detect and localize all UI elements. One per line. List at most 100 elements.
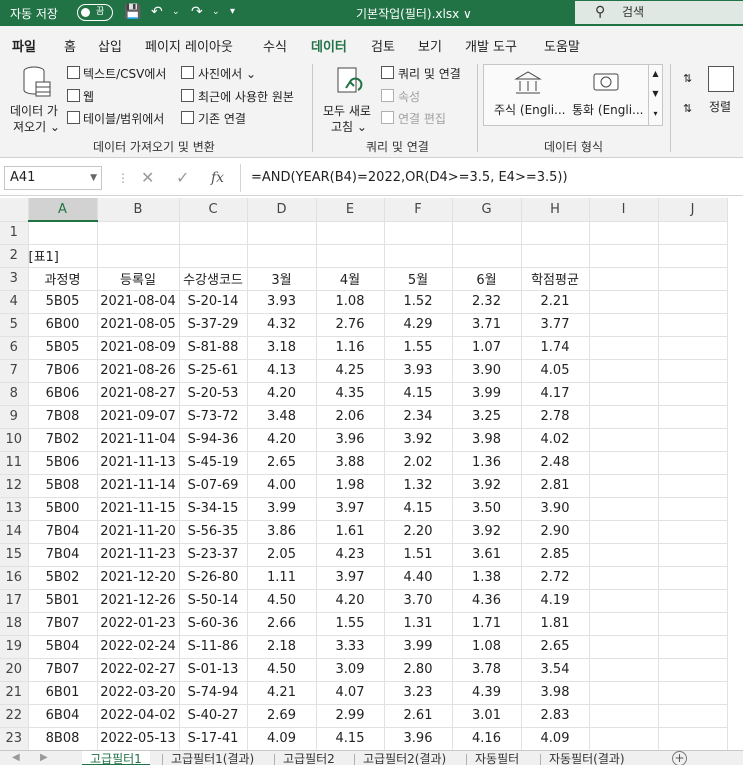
cell[interactable] xyxy=(384,221,453,245)
gallery-more-arrow[interactable]: ▾ xyxy=(648,105,662,125)
data-cell[interactable]: 2.76 xyxy=(315,312,385,337)
data-cell[interactable]: 1.74 xyxy=(520,335,590,360)
data-cell[interactable]: 3.48 xyxy=(246,404,317,429)
data-cell[interactable]: 3.93 xyxy=(383,358,453,383)
data-cell[interactable]: 2021-08-05 xyxy=(96,312,180,337)
data-cell[interactable]: 2021-11-23 xyxy=(96,542,180,567)
data-cell[interactable]: 2.65 xyxy=(246,450,317,475)
row-header[interactable]: 16 xyxy=(0,566,29,590)
cell[interactable] xyxy=(658,244,728,268)
row-header[interactable]: 18 xyxy=(0,612,29,636)
data-cell[interactable]: S-23-37 xyxy=(178,542,248,567)
data-cell[interactable]: 4.02 xyxy=(520,427,590,452)
data-cell[interactable]: 4.15 xyxy=(315,726,385,750)
row-header[interactable]: 14 xyxy=(0,520,29,544)
table-header-cell[interactable]: 수강생코드 xyxy=(178,266,248,291)
table-header-cell[interactable]: 등록일 xyxy=(96,266,180,291)
data-cell[interactable]: 4.20 xyxy=(246,381,317,406)
cell[interactable] xyxy=(452,221,522,245)
tab-developer[interactable]: 개발 도구 xyxy=(465,36,517,55)
data-cell[interactable]: S-07-69 xyxy=(178,473,248,498)
cell[interactable] xyxy=(658,520,728,544)
cell[interactable] xyxy=(658,359,728,383)
edit-links-button[interactable]: 연결 편집 xyxy=(398,110,446,127)
row-header[interactable]: 10 xyxy=(0,428,29,452)
data-cell[interactable]: 3.90 xyxy=(451,358,522,383)
row-header[interactable]: 3 xyxy=(0,267,29,291)
cell[interactable] xyxy=(589,658,659,682)
cell[interactable] xyxy=(179,221,248,245)
data-cell[interactable]: 2022-02-27 xyxy=(96,657,180,682)
cell[interactable] xyxy=(658,221,728,245)
column-header-h[interactable]: H xyxy=(521,198,590,222)
data-cell[interactable]: S-40-27 xyxy=(178,703,248,728)
insert-function-icon[interactable]: fx xyxy=(211,170,224,186)
cell[interactable] xyxy=(658,612,728,636)
data-cell[interactable]: 3.01 xyxy=(451,703,522,728)
data-cell[interactable]: 5B01 xyxy=(27,588,98,613)
data-cell[interactable]: 5B02 xyxy=(27,565,98,590)
data-cell[interactable]: 2021-11-20 xyxy=(96,519,180,544)
cell[interactable] xyxy=(658,589,728,613)
data-cell[interactable]: 3.92 xyxy=(451,473,522,498)
cell[interactable] xyxy=(658,543,728,567)
data-cell[interactable]: S-74-94 xyxy=(178,680,248,705)
data-cell[interactable]: S-25-61 xyxy=(178,358,248,383)
data-cell[interactable]: 3.99 xyxy=(246,496,317,521)
data-cell[interactable]: 2.80 xyxy=(383,657,453,682)
cell[interactable] xyxy=(658,313,728,337)
data-cell[interactable]: 2.90 xyxy=(520,519,590,544)
data-cell[interactable]: 1.38 xyxy=(451,565,522,590)
data-cell[interactable]: S-45-19 xyxy=(178,450,248,475)
data-cell[interactable]: 3.54 xyxy=(520,657,590,682)
data-cell[interactable]: 2022-05-13 xyxy=(96,726,180,750)
stocks-button[interactable]: 주식 (Engli... xyxy=(494,101,566,118)
data-cell[interactable]: S-50-14 xyxy=(178,588,248,613)
cell[interactable] xyxy=(589,497,659,521)
cell[interactable] xyxy=(589,267,659,291)
data-cell[interactable]: 2021-11-04 xyxy=(96,427,180,452)
sort-button[interactable]: 정렬 xyxy=(709,98,731,115)
data-cell[interactable]: 3.09 xyxy=(315,657,385,682)
row-header[interactable]: 8 xyxy=(0,382,29,406)
data-cell[interactable]: S-56-35 xyxy=(178,519,248,544)
row-header[interactable]: 1 xyxy=(0,221,29,245)
data-cell[interactable]: S-34-15 xyxy=(178,496,248,521)
data-cell[interactable]: 3.92 xyxy=(383,427,453,452)
undo-dropdown-icon[interactable]: ⌄ xyxy=(172,3,180,21)
data-cell[interactable]: 4.15 xyxy=(383,496,453,521)
data-cell[interactable]: 2022-02-24 xyxy=(96,634,180,659)
data-cell[interactable]: 3.92 xyxy=(451,519,522,544)
cell[interactable] xyxy=(589,543,659,567)
data-cell[interactable]: 4.29 xyxy=(383,312,453,337)
column-header-a[interactable]: A xyxy=(28,198,98,222)
cell[interactable] xyxy=(658,405,728,429)
data-cell[interactable]: 2022-03-20 xyxy=(96,680,180,705)
data-cell[interactable]: 3.97 xyxy=(315,565,385,590)
data-cell[interactable]: 2021-11-14 xyxy=(96,473,180,498)
data-cell[interactable]: 5B06 xyxy=(27,450,98,475)
data-cell[interactable]: 1.36 xyxy=(451,450,522,475)
sheet-tab-autofilter-result[interactable]: 자동필터(결과) xyxy=(541,751,633,765)
data-cell[interactable]: 2021-12-20 xyxy=(96,565,180,590)
row-header[interactable]: 23 xyxy=(0,727,29,750)
cell[interactable] xyxy=(97,244,180,268)
queries-connections-button[interactable]: 쿼리 및 연결 xyxy=(398,65,461,82)
cell[interactable] xyxy=(589,221,659,245)
data-cell[interactable]: 1.71 xyxy=(451,611,522,636)
data-cell[interactable]: 4.17 xyxy=(520,381,590,406)
data-cell[interactable]: 1.31 xyxy=(383,611,453,636)
cell[interactable] xyxy=(589,612,659,636)
data-cell[interactable]: 2.83 xyxy=(520,703,590,728)
data-cell[interactable]: 3.99 xyxy=(383,634,453,659)
customize-qat-icon[interactable]: ▾ xyxy=(230,3,235,21)
from-picture-button[interactable]: 사진에서 ⌄ xyxy=(198,65,256,82)
cell[interactable] xyxy=(589,290,659,314)
data-cell[interactable]: 1.16 xyxy=(315,335,385,360)
data-cell[interactable]: 2.78 xyxy=(520,404,590,429)
data-cell[interactable]: 5B04 xyxy=(27,634,98,659)
data-cell[interactable]: 5B08 xyxy=(27,473,98,498)
cell[interactable] xyxy=(589,451,659,475)
column-header-g[interactable]: G xyxy=(452,198,522,222)
from-text-csv-button[interactable]: 텍스트/CSV에서 xyxy=(83,65,166,82)
